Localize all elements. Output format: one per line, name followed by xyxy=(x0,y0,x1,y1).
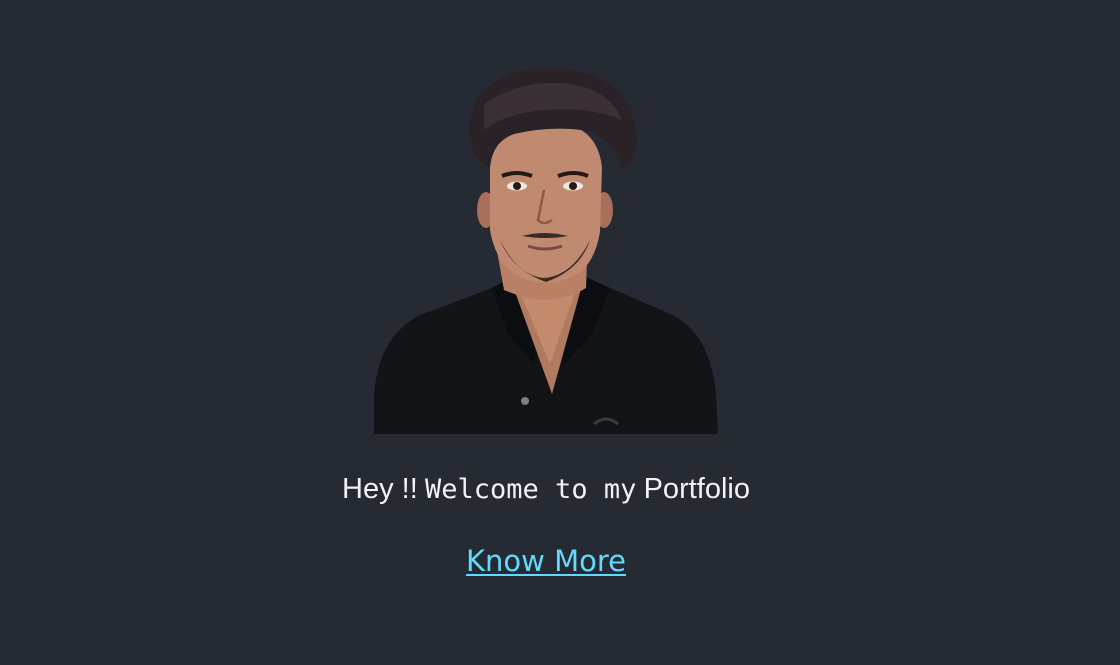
profile-photo xyxy=(374,64,718,434)
welcome-text: Welcome to my xyxy=(425,474,637,505)
know-more-link[interactable]: Know More xyxy=(466,544,626,578)
portfolio-word: Portfolio xyxy=(643,473,750,505)
portfolio-page: Hey !! Welcome to my Portfolio Know More xyxy=(0,0,1120,665)
welcome-heading: Hey !! Welcome to my Portfolio xyxy=(0,468,1092,511)
know-more-container: Know More xyxy=(0,540,1092,582)
greeting-text: Hey !! xyxy=(342,473,418,505)
